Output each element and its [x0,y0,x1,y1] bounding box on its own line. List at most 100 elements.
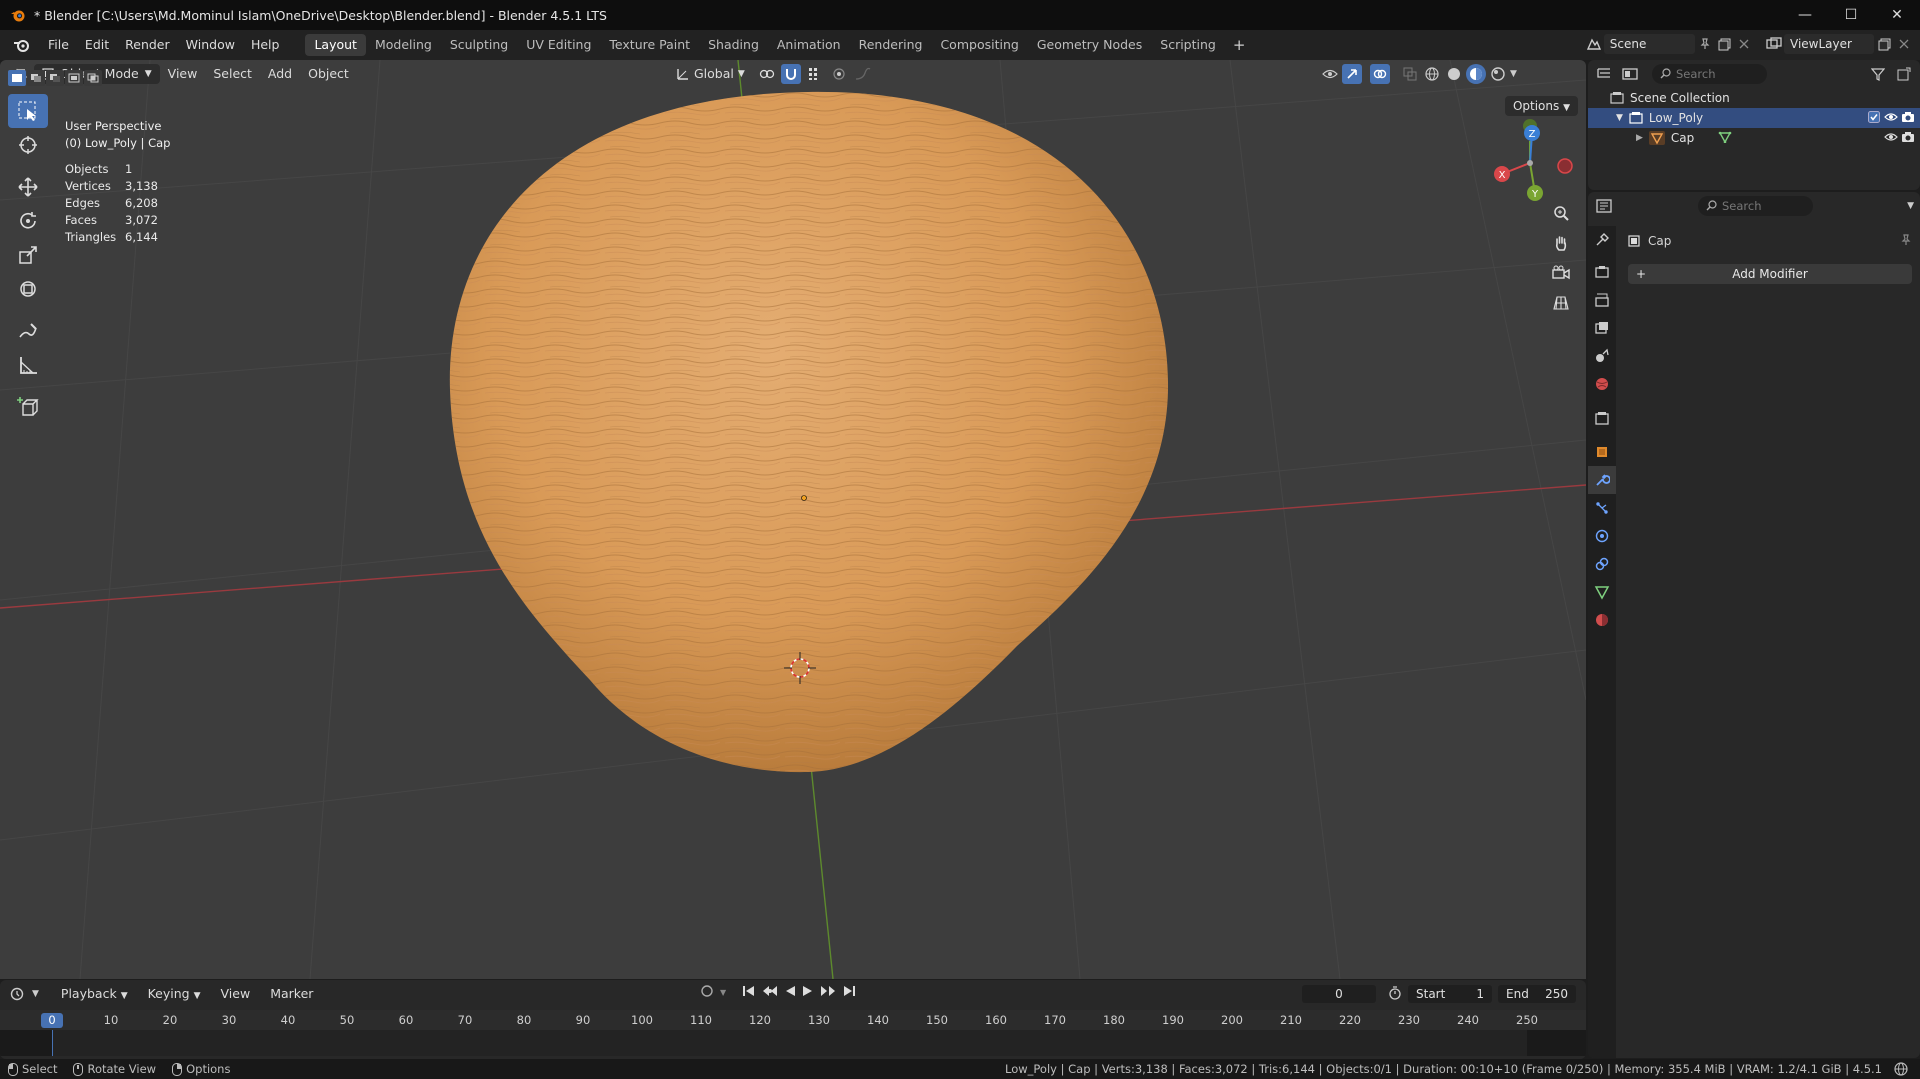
falloff-icon[interactable] [853,64,873,84]
tab-render[interactable] [1588,258,1616,286]
select-invert-icon[interactable] [65,70,83,86]
gizmo-toggle-icon[interactable] [1342,64,1362,84]
menu-keying[interactable]: Keying ▼ [140,984,209,1004]
chevron-down-icon[interactable]: ▼ [720,988,726,997]
prev-keyframe-icon[interactable] [762,985,778,1000]
pin-icon[interactable] [1900,234,1912,249]
camera-icon[interactable] [1901,111,1915,126]
delete-scene-icon[interactable] [1734,34,1754,54]
pivot-icon[interactable] [757,64,777,84]
chevron-down-icon[interactable]: ▼ [32,989,39,999]
checkbox-icon[interactable] [1868,110,1880,126]
menu-file[interactable]: File [40,33,77,57]
new-collection-icon[interactable] [1894,64,1914,84]
new-view-layer-icon[interactable] [1874,34,1894,54]
select-intersect-icon[interactable] [84,70,102,86]
tab-geometry-nodes[interactable]: Geometry Nodes [1028,34,1151,56]
tab-animation[interactable]: Animation [768,34,850,56]
tab-modeling[interactable]: Modeling [366,34,441,56]
timeline-track[interactable] [0,1030,1586,1056]
annotate-tool[interactable] [8,314,48,348]
start-frame-field[interactable]: Start 1 [1408,985,1492,1003]
xray-toggle-icon[interactable] [1400,64,1420,84]
tab-constraints[interactable] [1588,550,1616,578]
tab-view-layer[interactable] [1588,314,1616,342]
transform-tool[interactable] [8,272,48,306]
menu-render[interactable]: Render [117,33,178,57]
transform-orientation-dropdown[interactable]: Global ▼ [668,64,753,84]
eye-icon[interactable] [1884,111,1898,125]
chevron-down-icon[interactable]: ▼ [1616,113,1623,123]
move-tool[interactable] [8,170,48,204]
outliner-search-input[interactable]: Search [1652,64,1767,84]
menu-edit[interactable]: Edit [77,33,117,57]
tab-output[interactable] [1588,286,1616,314]
menu-marker[interactable]: Marker [262,984,321,1004]
add-workspace-button[interactable]: + [1225,36,1254,54]
new-scene-icon[interactable] [1715,34,1735,54]
view-layer-name-field[interactable]: ViewLayer [1784,34,1874,54]
pan-hand-icon[interactable] [1548,230,1574,256]
gizmo-neg-x[interactable] [1557,158,1573,174]
outliner-row-scene-collection[interactable]: Scene Collection [1588,88,1920,108]
pin-icon[interactable] [1695,34,1715,54]
add-modifier-button[interactable]: + Add Modifier [1628,264,1912,284]
material-preview-icon[interactable] [1466,64,1486,84]
overlays-toggle-icon[interactable] [1370,64,1390,84]
stopwatch-icon[interactable] [1388,985,1402,1003]
measure-tool[interactable] [8,348,48,382]
close-button[interactable]: ✕ [1874,0,1920,30]
outliner-row-cap[interactable]: ▶ Cap [1588,128,1920,148]
select-extend-icon[interactable] [27,70,45,86]
rendered-shading-icon[interactable] [1488,64,1508,84]
tab-object[interactable] [1588,438,1616,466]
tab-uv-editing[interactable]: UV Editing [517,34,600,56]
mesh-data-icon[interactable] [1718,131,1732,146]
tab-layout[interactable]: Layout [305,34,366,56]
zoom-icon[interactable] [1548,200,1574,226]
scene-icon[interactable] [1584,34,1604,54]
jump-end-icon[interactable] [842,985,856,1000]
navigation-gizmo[interactable]: Z Y X [1485,118,1575,208]
current-frame-indicator[interactable]: 0 [41,1013,63,1028]
tab-sculpting[interactable]: Sculpting [441,34,517,56]
tab-scene[interactable] [1588,342,1616,370]
solid-shading-icon[interactable] [1444,64,1464,84]
perspective-toggle-icon[interactable] [1548,290,1574,316]
outliner-row-low-poly[interactable]: ▼ Low_Poly [1588,108,1920,128]
maximize-button[interactable]: ☐ [1828,0,1874,30]
scene-name-field[interactable]: Scene [1603,34,1695,54]
tab-tool[interactable] [1588,226,1616,254]
properties-editor-icon[interactable] [1594,196,1614,216]
select-box-tool[interactable] [8,94,48,128]
tab-world[interactable] [1588,370,1616,398]
outliner-editor-icon[interactable] [1594,64,1614,84]
scale-tool[interactable] [8,238,48,272]
select-new-icon[interactable] [8,70,26,86]
proportional-edit-icon[interactable] [829,64,849,84]
chevron-right-icon[interactable]: ▶ [1636,133,1643,143]
tab-rendering[interactable]: Rendering [850,34,932,56]
snap-icon[interactable] [780,64,801,84]
menu-add[interactable]: Add [260,64,300,84]
tab-particles[interactable] [1588,494,1616,522]
tab-physics[interactable] [1588,522,1616,550]
visibility-selectability-icon[interactable] [1320,64,1340,84]
display-mode-icon[interactable] [1620,64,1640,84]
menu-object[interactable]: Object [300,64,357,84]
play-icon[interactable] [802,985,814,1000]
delete-view-layer-icon[interactable] [1894,34,1914,54]
menu-help[interactable]: Help [243,33,288,57]
end-frame-field[interactable]: End 250 [1498,985,1576,1003]
blender-menu-icon[interactable] [12,37,32,53]
viewport-options-dropdown[interactable]: Options ▼ [1504,96,1578,116]
play-reverse-icon[interactable] [784,985,796,1000]
properties-search-input[interactable]: Search [1698,196,1813,216]
timeline-editor-icon[interactable] [8,984,28,1004]
menu-select[interactable]: Select [205,64,260,84]
snap-target-icon[interactable] [805,64,825,84]
tab-modifiers[interactable] [1588,466,1616,494]
tab-collection[interactable] [1588,404,1616,432]
chevron-down-icon[interactable]: ▼ [1907,201,1914,211]
view-layer-icon[interactable] [1764,34,1784,54]
